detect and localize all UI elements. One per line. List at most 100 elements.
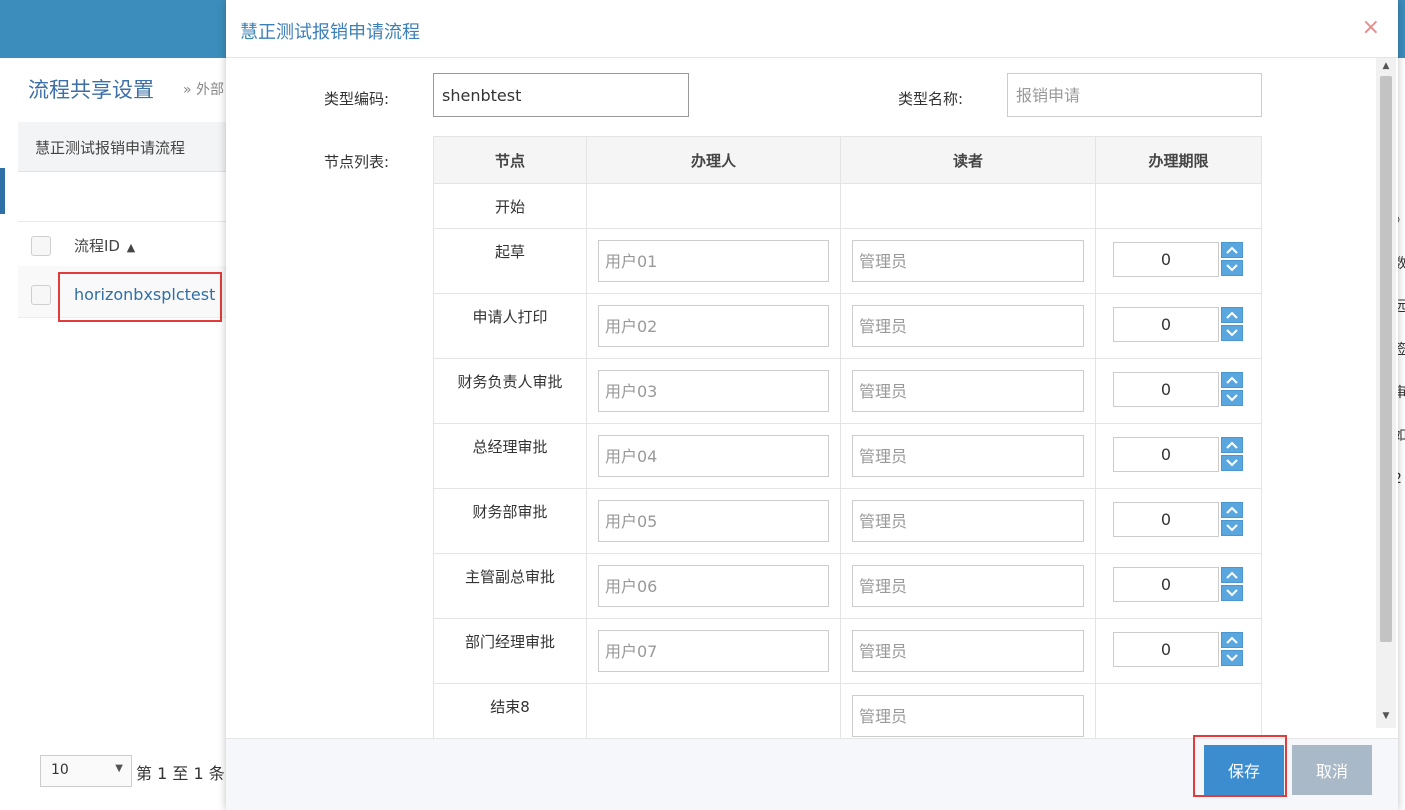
chevron-up-icon[interactable] (1221, 502, 1243, 518)
reader-cell (840, 683, 1096, 738)
deadline-cell: 0 (1095, 293, 1262, 359)
column-header-process-id[interactable]: 流程ID ▲︎ (74, 235, 135, 256)
chevron-down-icon[interactable] (1221, 390, 1243, 406)
handler-cell (586, 228, 841, 294)
handler-input[interactable] (598, 500, 829, 542)
type-code-input[interactable] (433, 73, 689, 117)
deadline-cell: 0 (1095, 358, 1262, 424)
type-name-input[interactable] (1007, 73, 1262, 117)
deadline-value[interactable]: 0 (1113, 372, 1219, 407)
table-row: 部门经理审批 0 (433, 618, 1262, 684)
reader-cell (840, 488, 1096, 554)
close-icon[interactable]: × (1362, 17, 1380, 39)
page-title: 流程共享设置 (28, 78, 154, 102)
modal-body: 类型编码: 类型名称: 节点列表: 节点 办理人 读者 办理期限 开始 (226, 58, 1398, 738)
chevron-down-icon[interactable] (1221, 455, 1243, 471)
handler-input[interactable] (598, 305, 829, 347)
column-header-handler: 办理人 (586, 136, 841, 184)
column-header-node: 节点 (433, 136, 587, 184)
scroll-down-icon[interactable]: ▼ (1376, 708, 1396, 724)
caret-down-icon: ▼ (115, 763, 123, 774)
chevron-down-icon[interactable] (1221, 325, 1243, 341)
page-size-select[interactable]: 10 ▼ (40, 755, 132, 787)
chevron-down-icon[interactable] (1221, 520, 1243, 536)
reader-input[interactable] (852, 565, 1084, 607)
chevron-up-icon[interactable] (1221, 307, 1243, 323)
chevron-down-icon[interactable] (1221, 585, 1243, 601)
type-code-label: 类型编码: (324, 90, 390, 108)
select-all-checkbox[interactable] (31, 236, 51, 256)
chevron-up-icon[interactable] (1221, 242, 1243, 258)
deadline-value[interactable]: 0 (1113, 307, 1219, 342)
reader-cell (840, 423, 1096, 489)
row-checkbox[interactable] (31, 285, 51, 305)
deadline-value[interactable]: 0 (1113, 242, 1219, 277)
deadline-value[interactable]: 0 (1113, 632, 1219, 667)
reader-input[interactable] (852, 630, 1084, 672)
save-button[interactable]: 保存 (1204, 745, 1284, 795)
chevron-down-icon[interactable] (1221, 650, 1243, 666)
table-row: 起草 0 (433, 228, 1262, 294)
deadline-stepper[interactable]: 0 (1113, 632, 1244, 668)
scroll-up-icon[interactable]: ▲ (1376, 58, 1396, 74)
table-row: 财务负责人审批 0 (433, 358, 1262, 424)
modal-title: 慧正测试报销申请流程 (240, 22, 420, 43)
sort-icon[interactable]: ▲︎ (127, 241, 135, 254)
table-row: 开始 (433, 183, 1262, 229)
handler-cell (586, 618, 841, 684)
node-name: 主管副总审批 (433, 553, 587, 619)
deadline-stepper[interactable]: 0 (1113, 437, 1244, 473)
deadline-stepper[interactable]: 0 (1113, 567, 1244, 603)
chevron-up-icon[interactable] (1221, 437, 1243, 453)
left-accent-bar (0, 168, 5, 214)
node-name: 开始 (433, 183, 587, 229)
node-name: 申请人打印 (433, 293, 587, 359)
column-header-reader: 读者 (840, 136, 1096, 184)
deadline-stepper[interactable]: 0 (1113, 242, 1244, 278)
deadline-cell (1095, 683, 1262, 738)
reader-input[interactable] (852, 240, 1084, 282)
node-name: 总经理审批 (433, 423, 587, 489)
modal-scrollbar[interactable]: ▲ ▼ (1376, 58, 1396, 728)
handler-input[interactable] (598, 240, 829, 282)
reader-input[interactable] (852, 305, 1084, 347)
handler-input[interactable] (598, 435, 829, 477)
handler-cell (586, 183, 841, 229)
deadline-stepper[interactable]: 0 (1113, 502, 1244, 538)
handler-input[interactable] (598, 630, 829, 672)
handler-cell (586, 423, 841, 489)
handler-input[interactable] (598, 370, 829, 412)
scrollbar-thumb[interactable] (1380, 76, 1392, 642)
deadline-cell: 0 (1095, 618, 1262, 684)
deadline-stepper[interactable]: 0 (1113, 307, 1244, 343)
reader-cell (840, 293, 1096, 359)
chevron-up-icon[interactable] (1221, 372, 1243, 388)
deadline-value[interactable]: 0 (1113, 502, 1219, 537)
table-row: 总经理审批 0 (433, 423, 1262, 489)
handler-input[interactable] (598, 565, 829, 607)
deadline-cell: 0 (1095, 553, 1262, 619)
reader-cell (840, 553, 1096, 619)
node-name: 结束8 (433, 683, 587, 738)
table-row: 申请人打印 0 (433, 293, 1262, 359)
reader-input[interactable] (852, 370, 1084, 412)
chevron-up-icon[interactable] (1221, 632, 1243, 648)
reader-input[interactable] (852, 695, 1084, 737)
deadline-stepper[interactable]: 0 (1113, 372, 1244, 408)
reader-input[interactable] (852, 500, 1084, 542)
table-row: 结束8 (433, 683, 1262, 738)
deadline-cell: 0 (1095, 488, 1262, 554)
chevron-down-icon[interactable] (1221, 260, 1243, 276)
reader-cell (840, 183, 1096, 229)
node-name: 财务部审批 (433, 488, 587, 554)
reader-cell (840, 358, 1096, 424)
type-name-label: 类型名称: (898, 90, 964, 108)
reader-input[interactable] (852, 435, 1084, 477)
divider (18, 221, 248, 222)
deadline-value[interactable]: 0 (1113, 437, 1219, 472)
deadline-value[interactable]: 0 (1113, 567, 1219, 602)
breadcrumb[interactable]: » 外部 (183, 79, 224, 99)
chevron-up-icon[interactable] (1221, 567, 1243, 583)
table-row: 主管副总审批 0 (433, 553, 1262, 619)
cancel-button[interactable]: 取消 (1292, 745, 1372, 795)
